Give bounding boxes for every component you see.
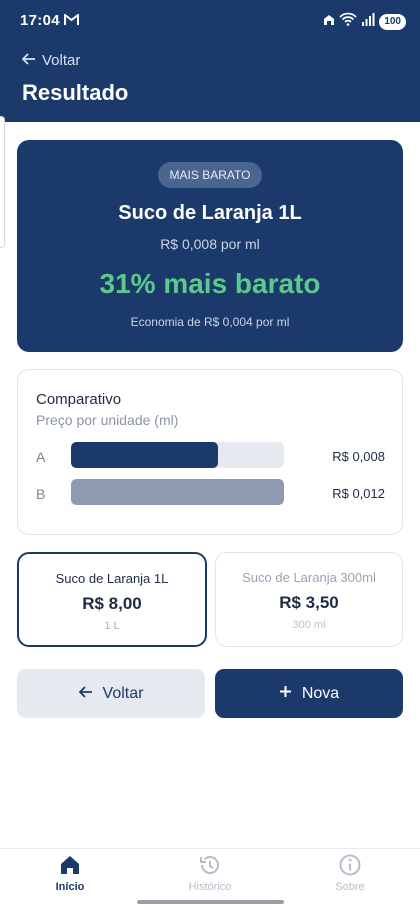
winner-product-name: Suco de Laranja 1L [118,202,302,224]
savings-amount: Economia de R$ 0,004 por ml [130,315,290,329]
home-signal-icon [323,13,335,31]
new-button-label: Nova [301,684,340,702]
nav-item-sobre[interactable]: Sobre [300,853,400,893]
comparison-subtitle: Preço por unidade (ml) [36,412,179,428]
header-bar: 17:04 100 Voltar Resultado [0,0,420,122]
row-b-bar-fill [71,479,284,505]
header-back-label: Voltar [42,52,81,69]
product-a-name: Suco de Laranja 1L [55,571,169,586]
product-b-name: Suco de Laranja 300ml [242,570,376,585]
gmail-icon [64,12,79,31]
plus-icon [279,685,292,703]
back-button-label: Voltar [102,684,144,702]
cheapest-badge: MAIS BARATO [158,162,262,188]
product-a-size: 1 L [104,620,120,632]
product-b-price: R$ 3,50 [279,593,339,612]
status-bar: 17:04 100 [0,0,420,42]
wifi-icon [339,12,357,31]
nav-item-historico[interactable]: Histórico [160,853,260,893]
row-b-value: R$ 0,012 [332,486,385,501]
product-b-size: 300 ml [292,619,326,631]
winner-unit-price: R$ 0,008 por ml [160,236,260,252]
row-b-label: B [36,486,46,502]
nav-label-inicio: Início [55,881,85,893]
nav-label-historico: Histórico [188,881,232,893]
nav-label-sobre: Sobre [335,881,365,893]
page-title: Resultado [22,80,129,105]
status-icons: 100 [323,12,406,31]
history-icon [160,853,260,877]
arrow-left-icon [78,685,93,703]
gesture-home-bar [137,900,284,904]
savings-percent: 31% mais barato [99,268,321,299]
battery-icon: 100 [379,13,406,30]
row-b-bar-track [71,479,284,505]
product-a-price: R$ 8,00 [82,594,142,613]
row-a-bar-track [71,442,284,468]
comparison-title: Comparativo [36,391,122,408]
nav-item-inicio[interactable]: Início [20,853,120,893]
comparison-card: Comparativo Preço por unidade (ml) A R$ … [17,369,403,535]
result-hero-card: MAIS BARATO Suco de Laranja 1L R$ 0,008 … [17,140,403,352]
product-card-b[interactable]: Suco de Laranja 300ml R$ 3,50 300 ml [215,552,403,647]
back-button[interactable]: Voltar [17,669,205,718]
home-icon [20,853,120,877]
new-comparison-button[interactable]: Nova [215,669,403,718]
product-card-a[interactable]: Suco de Laranja 1L R$ 8,00 1 L [17,552,207,647]
arrow-left-icon [21,52,36,69]
info-icon [300,853,400,877]
row-a-value: R$ 0,008 [332,449,385,464]
header-back-link[interactable]: Voltar [21,52,81,69]
row-a-label: A [36,449,46,465]
edge-drawer-handle[interactable] [0,116,5,248]
row-a-bar-fill [71,442,218,468]
cell-signal-icon [361,12,375,31]
status-time: 17:04 [20,12,60,29]
